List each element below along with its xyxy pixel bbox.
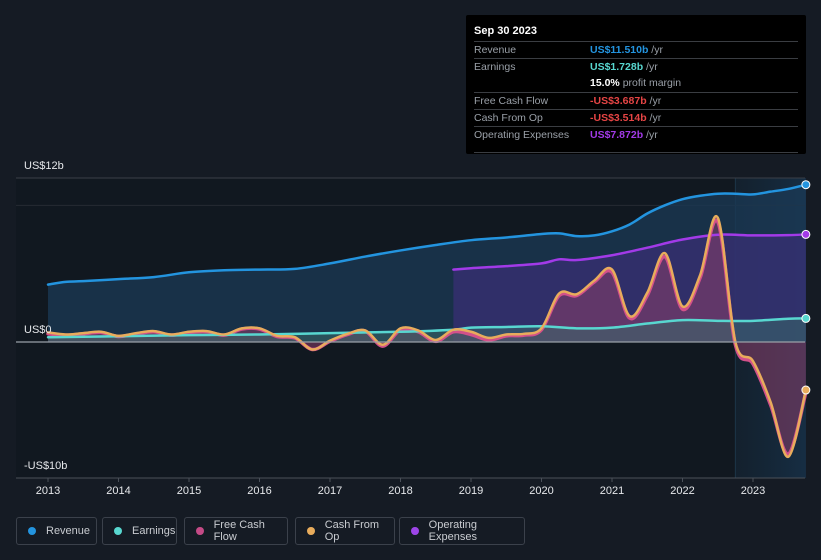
tooltip-unit: /yr — [643, 129, 658, 141]
tooltip-value-text: 15.0% — [590, 77, 620, 89]
tooltip-row-cfo: Cash From Op -US$3.514b /yr — [474, 109, 798, 127]
tooltip-unit: profit margin — [619, 77, 682, 89]
tooltip-value-text: US$11.510b — [590, 44, 649, 56]
tooltip-unit: /yr — [646, 112, 662, 124]
revenue-end-marker — [801, 180, 811, 190]
tooltip-row-margin: 15.0% profit margin — [474, 75, 798, 92]
x-tick-label-2017: 2017 — [317, 485, 343, 497]
legend-dot-icon — [196, 527, 204, 535]
earnings-end-marker — [801, 313, 811, 323]
tooltip-unit: /yr — [648, 44, 663, 56]
legend-dot-icon — [411, 527, 419, 535]
y-tick-label-0: US$0 — [24, 324, 52, 336]
y-tick-label-neg10b: -US$10b — [24, 460, 68, 472]
legend-label: Cash From Op — [324, 519, 380, 543]
tooltip-row-opex: Operating Expenses US$7.872b /yr — [474, 126, 798, 144]
tooltip-label: Revenue — [474, 44, 517, 56]
y-tick-label-12b: US$12b — [24, 160, 64, 172]
tooltip-row-earnings: Earnings US$1.728b /yr — [474, 58, 798, 76]
tooltip-value: US$1.728b /yr — [590, 61, 658, 73]
tooltip-value-text: US$1.728b — [590, 61, 644, 73]
legend-item-operating-expenses[interactable]: Operating Expenses — [399, 517, 525, 545]
x-tick-label-2020: 2020 — [529, 485, 554, 497]
x-tick-label-2013: 2013 — [35, 485, 61, 497]
legend-item-free-cash-flow[interactable]: Free Cash Flow — [184, 517, 288, 545]
tooltip-label: Free Cash Flow — [474, 95, 549, 107]
tooltip-panel: Sep 30 2023 Revenue US$11.510b /yr Earni… — [466, 15, 806, 154]
legend-item-revenue[interactable]: Revenue — [16, 517, 97, 545]
tooltip-label: Cash From Op — [474, 112, 543, 124]
x-tick-label-2014: 2014 — [106, 485, 131, 497]
tooltip-value-text: -US$3.514b — [590, 112, 647, 124]
x-tick-label-2015: 2015 — [176, 485, 202, 497]
legend-label: Free Cash Flow — [213, 519, 265, 543]
legend-item-cash-from-op[interactable]: Cash From Op — [295, 517, 395, 545]
legend-dot-icon — [28, 527, 36, 535]
legend-item-earnings[interactable]: Earnings — [102, 517, 177, 545]
tooltip-row-revenue: Revenue US$11.510b /yr — [474, 41, 798, 59]
legend-label: Earnings — [132, 525, 176, 537]
x-tick-label-2023: 2023 — [740, 485, 766, 497]
tooltip-row-fcf: Free Cash Flow -US$3.687b /yr — [474, 92, 798, 110]
legend-dot-icon — [114, 527, 122, 535]
tooltip-divider — [474, 152, 798, 153]
legend-label: Operating Expenses — [428, 519, 477, 543]
tooltip-value-text: US$7.872b — [590, 129, 644, 141]
cash-from-op-end-marker — [801, 385, 811, 395]
operating-expenses-end-marker — [801, 229, 811, 239]
tooltip-value: US$7.872b /yr — [590, 129, 658, 141]
x-tick-label-2022: 2022 — [670, 485, 695, 497]
legend-label: Revenue — [46, 525, 91, 537]
x-tick-label-2016: 2016 — [247, 485, 272, 497]
tooltip-value: 15.0% profit margin — [590, 77, 681, 89]
tooltip-label: Earnings — [474, 61, 516, 73]
tooltip-unit: /yr — [643, 61, 658, 73]
tooltip-value: -US$3.687b /yr — [590, 95, 661, 107]
x-tick-label-2021: 2021 — [599, 485, 625, 497]
x-tick-label-2018: 2018 — [388, 485, 413, 497]
tooltip-date: Sep 30 2023 — [474, 25, 537, 37]
legend-dot-icon — [307, 527, 315, 535]
tooltip-label: Operating Expenses — [474, 129, 570, 141]
tooltip-value: -US$3.514b /yr — [590, 112, 661, 124]
x-tick-label-2019: 2019 — [458, 485, 484, 497]
tooltip-unit: /yr — [646, 95, 662, 107]
tooltip-value-text: -US$3.687b — [590, 95, 647, 107]
tooltip-value: US$11.510b /yr — [590, 44, 663, 56]
